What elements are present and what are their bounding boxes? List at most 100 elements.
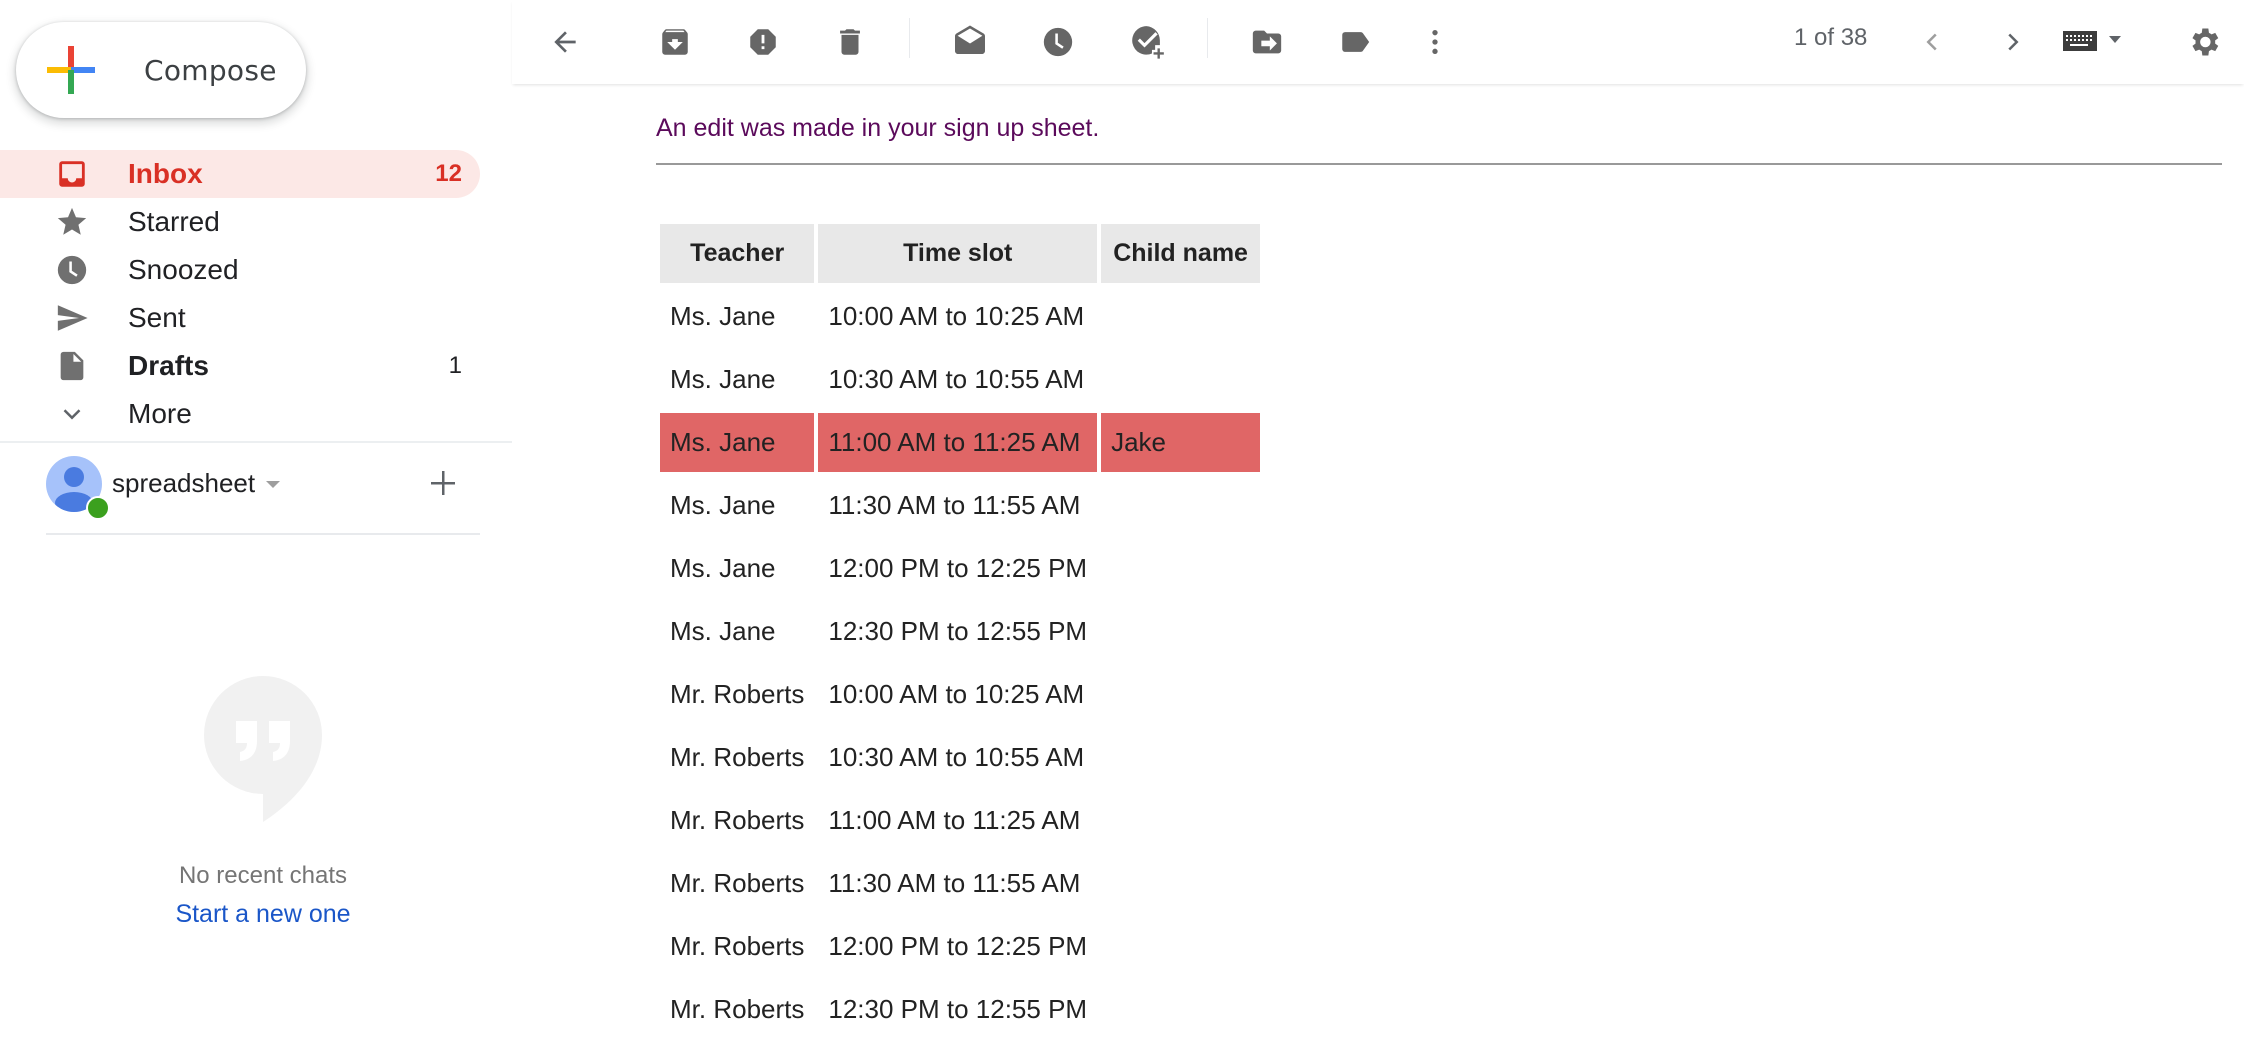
toolbar-separator: [909, 18, 910, 58]
teacher-cell: Mr. Roberts: [670, 805, 805, 835]
sidebar-item-label: Sent: [128, 302, 186, 333]
archive-button[interactable]: [649, 16, 701, 68]
account-name[interactable]: spreadsheet: [112, 468, 255, 499]
sidebar-item-starred[interactable]: Starred: [0, 198, 480, 246]
more-actions-button[interactable]: [1409, 16, 1461, 68]
sidebar-item-label: More: [128, 398, 192, 429]
email-body-heading: An edit was made in your sign up sheet.: [656, 114, 1100, 142]
snooze-button[interactable]: [1032, 16, 1084, 68]
star-icon: [54, 204, 90, 240]
sidebar-item-sent[interactable]: Sent: [0, 294, 480, 342]
sidebar-item-label: Snoozed: [128, 254, 239, 285]
child-name-cell: [1101, 917, 1260, 976]
table-row: Mr. Roberts 10:30 AM to 10:55 AM: [660, 728, 1260, 787]
mark-unread-button[interactable]: [944, 16, 996, 68]
sidebar-item-drafts[interactable]: Drafts 1: [0, 342, 480, 390]
sidebar-item-label: Drafts: [128, 350, 209, 381]
input-tools-button[interactable]: [2058, 16, 2134, 68]
time-slot-cell: 11:00 AM to 11:25 AM: [828, 805, 1081, 835]
signup-sheet-table: Teacher Time slot Child name Ms. Jane 10:…: [656, 220, 1264, 1043]
child-name-cell: [1101, 791, 1260, 850]
time-slot-cell: 11:30 AM to 11:55 AM: [828, 868, 1081, 898]
teacher-cell: Ms. Jane: [670, 553, 776, 583]
account-divider: [46, 533, 480, 535]
table-row: Mr. Roberts 12:30 PM to 12:55 PM: [660, 980, 1260, 1039]
child-name-cell: [1101, 602, 1260, 661]
gear-icon: [2192, 28, 2219, 56]
teacher-cell: Mr. Roberts: [670, 679, 805, 709]
child-name-cell: [1101, 287, 1260, 346]
snooze-clock-icon: [1043, 27, 1073, 57]
table-row: Ms. Jane 12:30 PM to 12:55 PM: [660, 602, 1260, 661]
settings-button[interactable]: [2178, 16, 2230, 68]
child-name-cell: Jake: [1101, 413, 1261, 472]
clock-icon: [54, 252, 90, 288]
newer-button[interactable]: [1906, 16, 1958, 68]
child-name-cell: [1101, 476, 1260, 535]
new-chat-button[interactable]: [428, 468, 458, 498]
table-body: Ms. Jane 10:00 AM to 10:25 AM Ms. Jane 10:3…: [660, 287, 1261, 1039]
teacher-cell: Ms. Jane: [670, 490, 776, 520]
time-slot-cell: 10:00 AM to 10:25 AM: [828, 301, 1085, 331]
table-row: Ms. Jane 10:30 AM to 10:55 AM: [660, 350, 1260, 409]
hangouts-quote-icon: [204, 676, 322, 822]
inbox-icon: [54, 156, 90, 192]
time-slot-cell: 12:00 PM to 12:25 PM: [828, 553, 1088, 583]
table-header-row: Teacher Time slot Child name: [660, 224, 1261, 283]
archive-icon: [662, 29, 688, 55]
chevron-left-icon: [1926, 33, 1937, 51]
time-slot-cell: 12:30 PM to 12:55 PM: [828, 994, 1088, 1024]
keyboard-icon: [2063, 31, 2121, 51]
teacher-cell: Ms. Jane: [660, 413, 815, 472]
table-row-highlighted: Ms. Jane 11:00 AM to 11:25 AM Jake: [660, 413, 1261, 472]
column-header-time-slot: Time slot: [818, 224, 1098, 283]
child-name-cell: [1101, 980, 1260, 1039]
older-button[interactable]: [1987, 16, 2039, 68]
sidebar-item-more[interactable]: More: [0, 390, 480, 438]
compose-label: Compose: [144, 53, 277, 87]
delete-button[interactable]: [824, 16, 876, 68]
draft-icon: [54, 348, 90, 384]
compose-button[interactable]: Compose: [16, 22, 306, 118]
chevron-right-icon: [2008, 33, 2019, 51]
nav-list: Inbox 12 Starred Snoozed Sent Drafts 1 M…: [0, 150, 480, 438]
sidebar-item-label: Starred: [128, 206, 220, 237]
time-slot-cell: 10:30 AM to 10:55 AM: [828, 742, 1085, 772]
sidebar-item-inbox[interactable]: Inbox 12: [0, 150, 480, 198]
presence-indicator: [86, 496, 110, 520]
no-chats-text: No recent chats: [178, 862, 348, 889]
sidebar-item-label: Inbox: [128, 158, 203, 189]
start-chat-link[interactable]: Start a new one: [0, 900, 526, 929]
column-header-teacher: Teacher: [660, 224, 815, 283]
time-slot-cell: 12:30 PM to 12:55 PM: [828, 616, 1088, 646]
mark-unread-icon: [955, 25, 985, 54]
arrow-back-icon: [554, 31, 576, 53]
teacher-cell: Ms. Jane: [670, 364, 776, 394]
teacher-cell: Mr. Roberts: [670, 742, 805, 772]
sidebar-item-snoozed[interactable]: Snoozed: [0, 246, 480, 294]
sidebar: Compose Inbox 12 Starred Snoozed Sent Dr…: [0, 0, 512, 1044]
toolbar-separator: [1207, 18, 1208, 58]
teacher-cell: Ms. Jane: [670, 301, 776, 331]
trash-icon: [840, 29, 860, 55]
plus-icon: [431, 471, 455, 495]
report-spam-button[interactable]: [737, 16, 789, 68]
teacher-cell: Mr. Roberts: [670, 868, 805, 898]
time-slot-cell: 11:30 AM to 11:55 AM: [828, 490, 1081, 520]
drafts-count: 1: [448, 352, 462, 379]
move-to-button[interactable]: [1241, 16, 1293, 68]
child-name-cell: [1101, 854, 1260, 913]
pager-text: 1 of 38: [1794, 24, 1868, 51]
caret-down-icon[interactable]: [266, 481, 280, 488]
table-row: Ms. Jane 11:30 AM to 11:55 AM: [660, 476, 1260, 535]
sidebar-divider: [0, 441, 512, 443]
send-icon: [54, 300, 90, 336]
back-button[interactable]: [539, 16, 591, 68]
labels-button[interactable]: [1329, 16, 1381, 68]
time-slot-cell: 10:30 AM to 10:55 AM: [828, 364, 1085, 394]
spam-icon: [750, 29, 776, 55]
child-name-cell: [1101, 728, 1260, 787]
table-row: Mr. Roberts 12:00 PM to 12:25 PM: [660, 917, 1260, 976]
hangouts-account: spreadsheet: [46, 456, 480, 520]
add-to-tasks-button[interactable]: [1122, 16, 1174, 68]
